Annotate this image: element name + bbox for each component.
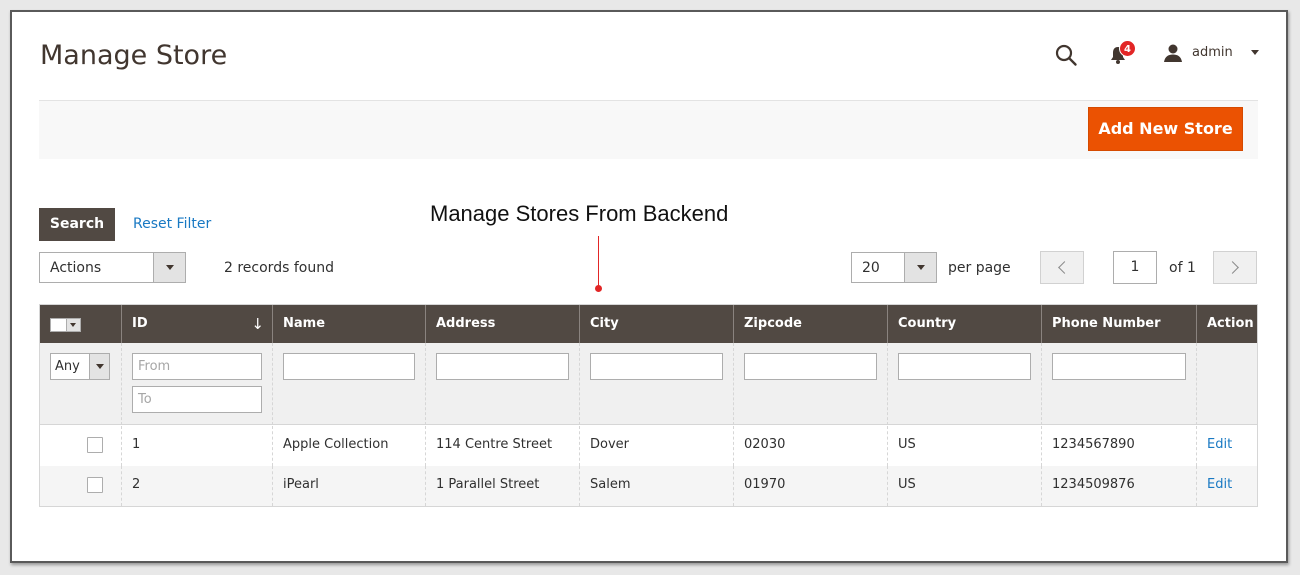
per-page-select[interactable]: 20 bbox=[851, 252, 937, 283]
phone-filter-input[interactable] bbox=[1052, 353, 1186, 380]
chevron-left-icon bbox=[1058, 261, 1071, 274]
table-row: 2 iPearl 1 Parallel Street Salem 01970 U… bbox=[40, 466, 1257, 506]
edit-link[interactable]: Edit bbox=[1207, 437, 1232, 452]
row-checkbox[interactable] bbox=[87, 477, 103, 493]
column-header-address[interactable]: Address bbox=[425, 305, 579, 343]
notification-badge: 4 bbox=[1119, 40, 1136, 57]
page-title: Manage Store bbox=[40, 40, 228, 71]
column-header-id[interactable]: ID ↓ bbox=[121, 305, 272, 343]
annotation-pointer-line bbox=[598, 236, 599, 286]
filter-cell-select: Any bbox=[40, 343, 121, 425]
user-name[interactable]: admin bbox=[1192, 45, 1233, 60]
city-filter-input[interactable] bbox=[590, 353, 723, 380]
cell-city: Dover bbox=[579, 426, 733, 466]
table-row: 1 Apple Collection 114 Centre Street Dov… bbox=[40, 426, 1257, 466]
next-page-button[interactable] bbox=[1213, 251, 1257, 284]
filter-cell-zipcode bbox=[733, 343, 887, 425]
column-header-name[interactable]: Name bbox=[272, 305, 425, 343]
cell-name: Apple Collection bbox=[272, 426, 425, 466]
cell-zipcode: 01970 bbox=[733, 466, 887, 506]
app-window: Manage Store 4 admin Add New Store Searc… bbox=[10, 10, 1288, 563]
mass-select-checkbox[interactable] bbox=[50, 318, 81, 332]
column-label: ID bbox=[132, 316, 148, 331]
row-checkbox[interactable] bbox=[87, 437, 103, 453]
cell-zipcode: 02030 bbox=[733, 426, 887, 466]
cell-country: US bbox=[887, 426, 1041, 466]
filter-cell-country bbox=[887, 343, 1041, 425]
page-number-input[interactable]: 1 bbox=[1113, 251, 1157, 284]
page-actions-bar bbox=[39, 100, 1258, 159]
cell-id: 1 bbox=[121, 426, 272, 466]
id-from-input[interactable]: From bbox=[132, 353, 262, 380]
per-page-value: 20 bbox=[862, 260, 880, 276]
country-filter-input[interactable] bbox=[898, 353, 1031, 380]
user-icon[interactable] bbox=[1163, 43, 1183, 63]
chevron-down-icon[interactable] bbox=[153, 253, 185, 282]
grid-filter-row: Any From To bbox=[40, 343, 1257, 425]
id-to-input[interactable]: To bbox=[132, 386, 262, 413]
annotation-callout: Manage Stores From Backend bbox=[430, 201, 729, 226]
mass-actions-select[interactable]: Actions bbox=[39, 252, 186, 283]
chevron-down-icon[interactable] bbox=[904, 253, 936, 282]
cell-id: 2 bbox=[121, 466, 272, 506]
search-button[interactable]: Search bbox=[39, 208, 115, 241]
filter-cell-id: From To bbox=[121, 343, 272, 425]
previous-page-button[interactable] bbox=[1040, 251, 1084, 284]
chevron-down-icon[interactable] bbox=[1251, 50, 1259, 55]
edit-link[interactable]: Edit bbox=[1207, 477, 1232, 492]
column-header-action: Action bbox=[1196, 305, 1257, 343]
zipcode-filter-input[interactable] bbox=[744, 353, 877, 380]
cell-city: Salem bbox=[579, 466, 733, 506]
any-select[interactable]: Any bbox=[50, 353, 110, 380]
records-count: 2 records found bbox=[224, 260, 334, 276]
cell-phone: 1234567890 bbox=[1041, 426, 1196, 466]
filter-cell-action bbox=[1196, 343, 1257, 425]
sort-arrow-icon: ↓ bbox=[251, 315, 264, 333]
chevron-down-icon[interactable] bbox=[89, 354, 109, 379]
row-select-cell bbox=[40, 426, 121, 466]
page-total: of 1 bbox=[1169, 260, 1196, 276]
filter-cell-name bbox=[272, 343, 425, 425]
chevron-right-icon bbox=[1226, 261, 1239, 274]
cell-name: iPearl bbox=[272, 466, 425, 506]
stores-grid: ID ↓ Name Address City Zipcode Country P… bbox=[39, 304, 1258, 507]
column-header-zipcode[interactable]: Zipcode bbox=[733, 305, 887, 343]
column-header-phone[interactable]: Phone Number bbox=[1041, 305, 1196, 343]
cell-address: 114 Centre Street bbox=[425, 426, 579, 466]
name-filter-input[interactable] bbox=[283, 353, 415, 380]
filter-cell-address bbox=[425, 343, 579, 425]
chevron-down-icon[interactable] bbox=[66, 319, 80, 331]
column-header-city[interactable]: City bbox=[579, 305, 733, 343]
cell-address: 1 Parallel Street bbox=[425, 466, 579, 506]
search-icon[interactable] bbox=[1054, 43, 1078, 67]
mass-actions-label: Actions bbox=[50, 260, 102, 276]
any-label: Any bbox=[55, 359, 80, 374]
add-new-store-button[interactable]: Add New Store bbox=[1088, 107, 1243, 151]
cell-action: Edit bbox=[1196, 466, 1257, 506]
per-page-label: per page bbox=[948, 260, 1011, 276]
column-header-country[interactable]: Country bbox=[887, 305, 1041, 343]
row-select-cell bbox=[40, 466, 121, 506]
cell-action: Edit bbox=[1196, 426, 1257, 466]
filter-cell-phone bbox=[1041, 343, 1196, 425]
filter-cell-city bbox=[579, 343, 733, 425]
annotation-pointer-dot bbox=[595, 285, 602, 292]
cell-country: US bbox=[887, 466, 1041, 506]
reset-filter-link[interactable]: Reset Filter bbox=[133, 216, 211, 232]
grid-header-row: ID ↓ Name Address City Zipcode Country P… bbox=[40, 305, 1257, 343]
header-mass-select[interactable] bbox=[40, 305, 121, 343]
address-filter-input[interactable] bbox=[436, 353, 569, 380]
cell-phone: 1234509876 bbox=[1041, 466, 1196, 506]
